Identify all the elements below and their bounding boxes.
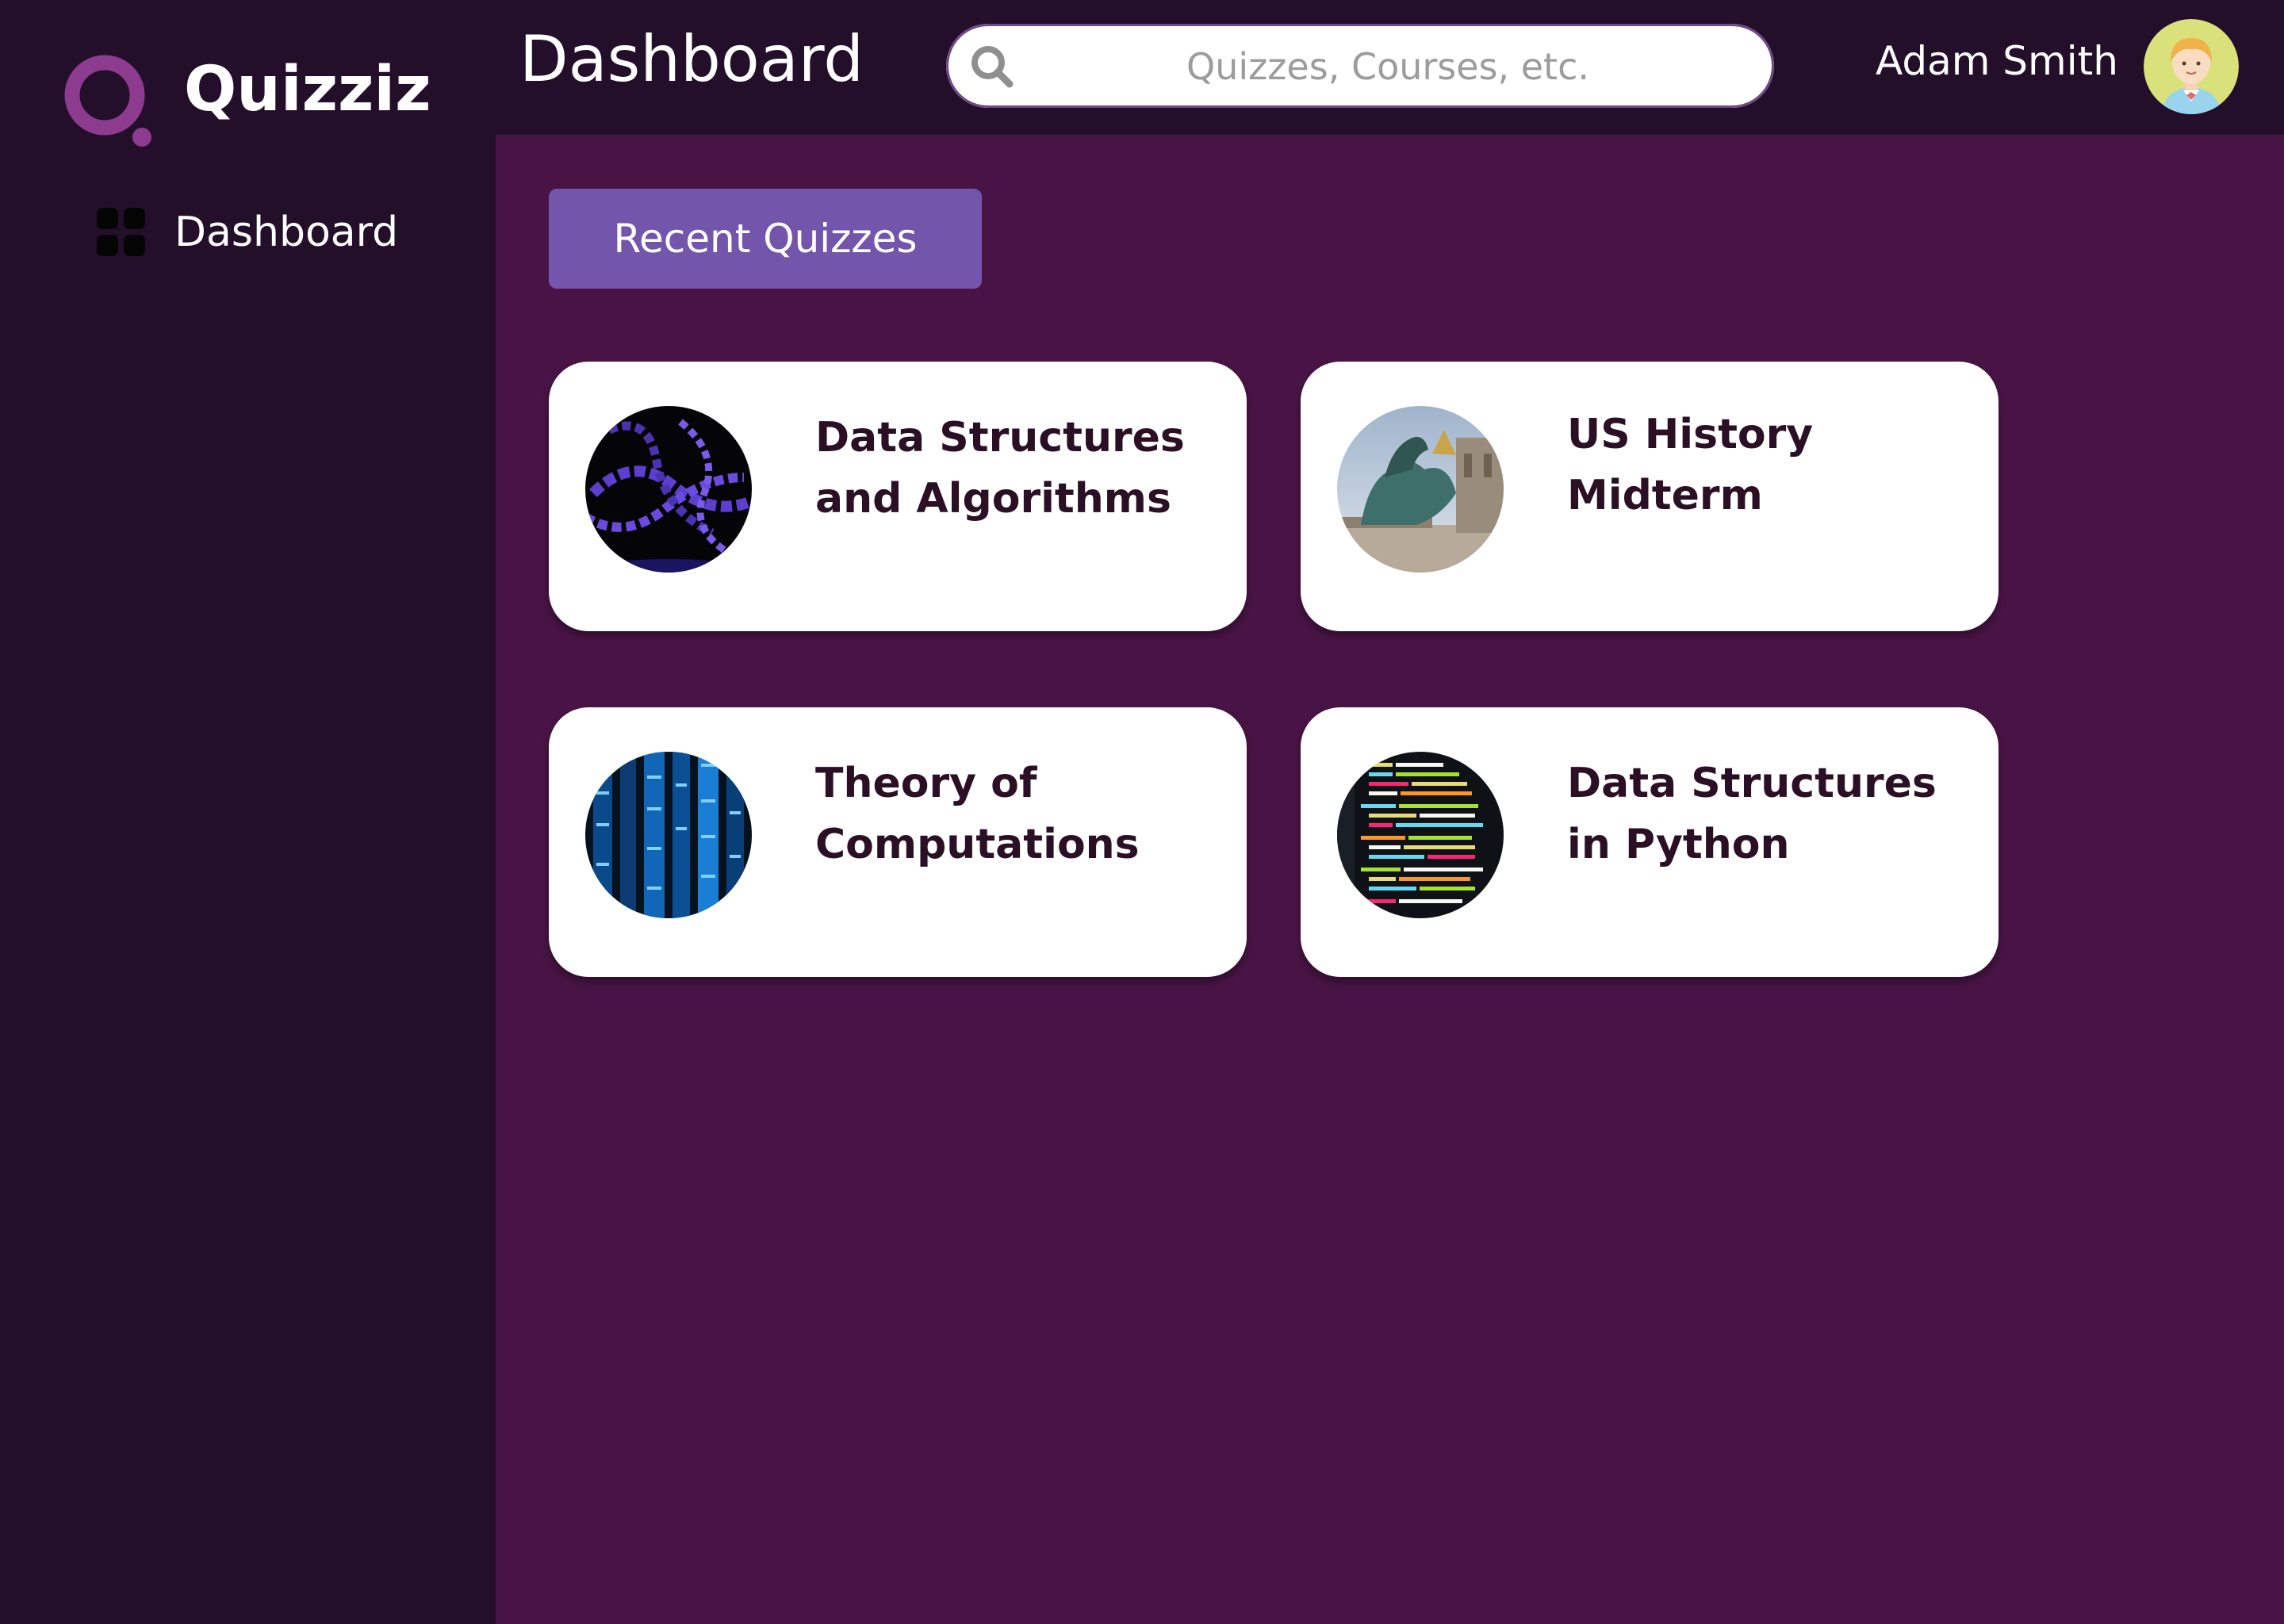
user-name: Adam Smith — [1876, 38, 2118, 84]
sidebar-item-label: Dashboard — [174, 209, 399, 256]
main-content: Recent Quizzes Data Structures and Algor… — [496, 135, 2284, 1624]
search-icon[interactable] — [968, 43, 1016, 90]
server-lights-image — [585, 752, 752, 918]
quiz-title: Theory of Computations — [815, 760, 1140, 868]
purple-chain-image — [585, 406, 752, 573]
code-screen-image — [1337, 752, 1504, 918]
quiz-title: US History Midterm — [1567, 411, 1814, 519]
quiz-card[interactable]: Data Structures in Python — [1301, 707, 1998, 977]
quiz-card[interactable]: Theory of Computations — [549, 707, 1247, 977]
app: Quizziz Dashboard Dashboard Adam Smith — [0, 0, 2284, 1624]
search-bar — [946, 24, 1774, 108]
search-input[interactable] — [1033, 38, 1742, 95]
top-bar: Dashboard Adam Smith — [496, 0, 2284, 135]
recent-quizzes-tab[interactable]: Recent Quizzes — [549, 189, 982, 289]
quiz-title: Data Structures in Python — [1567, 760, 1937, 868]
sidebar-item-dashboard[interactable]: Dashboard — [97, 208, 398, 257]
page-title: Dashboard — [519, 22, 864, 96]
quiz-title: Data Structures and Algorithms — [815, 414, 1185, 523]
quizziz-logo-icon — [64, 55, 151, 147]
sidebar: Quizziz Dashboard — [0, 0, 496, 1624]
logo[interactable]: Quizziz — [57, 48, 431, 151]
brand-name: Quizziz — [184, 54, 431, 125]
avatar-icon — [2144, 19, 2239, 114]
quiz-card[interactable]: Data Structures and Algorithms — [549, 362, 1247, 631]
user-avatar[interactable] — [2144, 19, 2239, 114]
statue-image — [1337, 406, 1504, 573]
quiz-card[interactable]: US History Midterm — [1301, 362, 1998, 631]
grid-icon — [97, 208, 145, 256]
